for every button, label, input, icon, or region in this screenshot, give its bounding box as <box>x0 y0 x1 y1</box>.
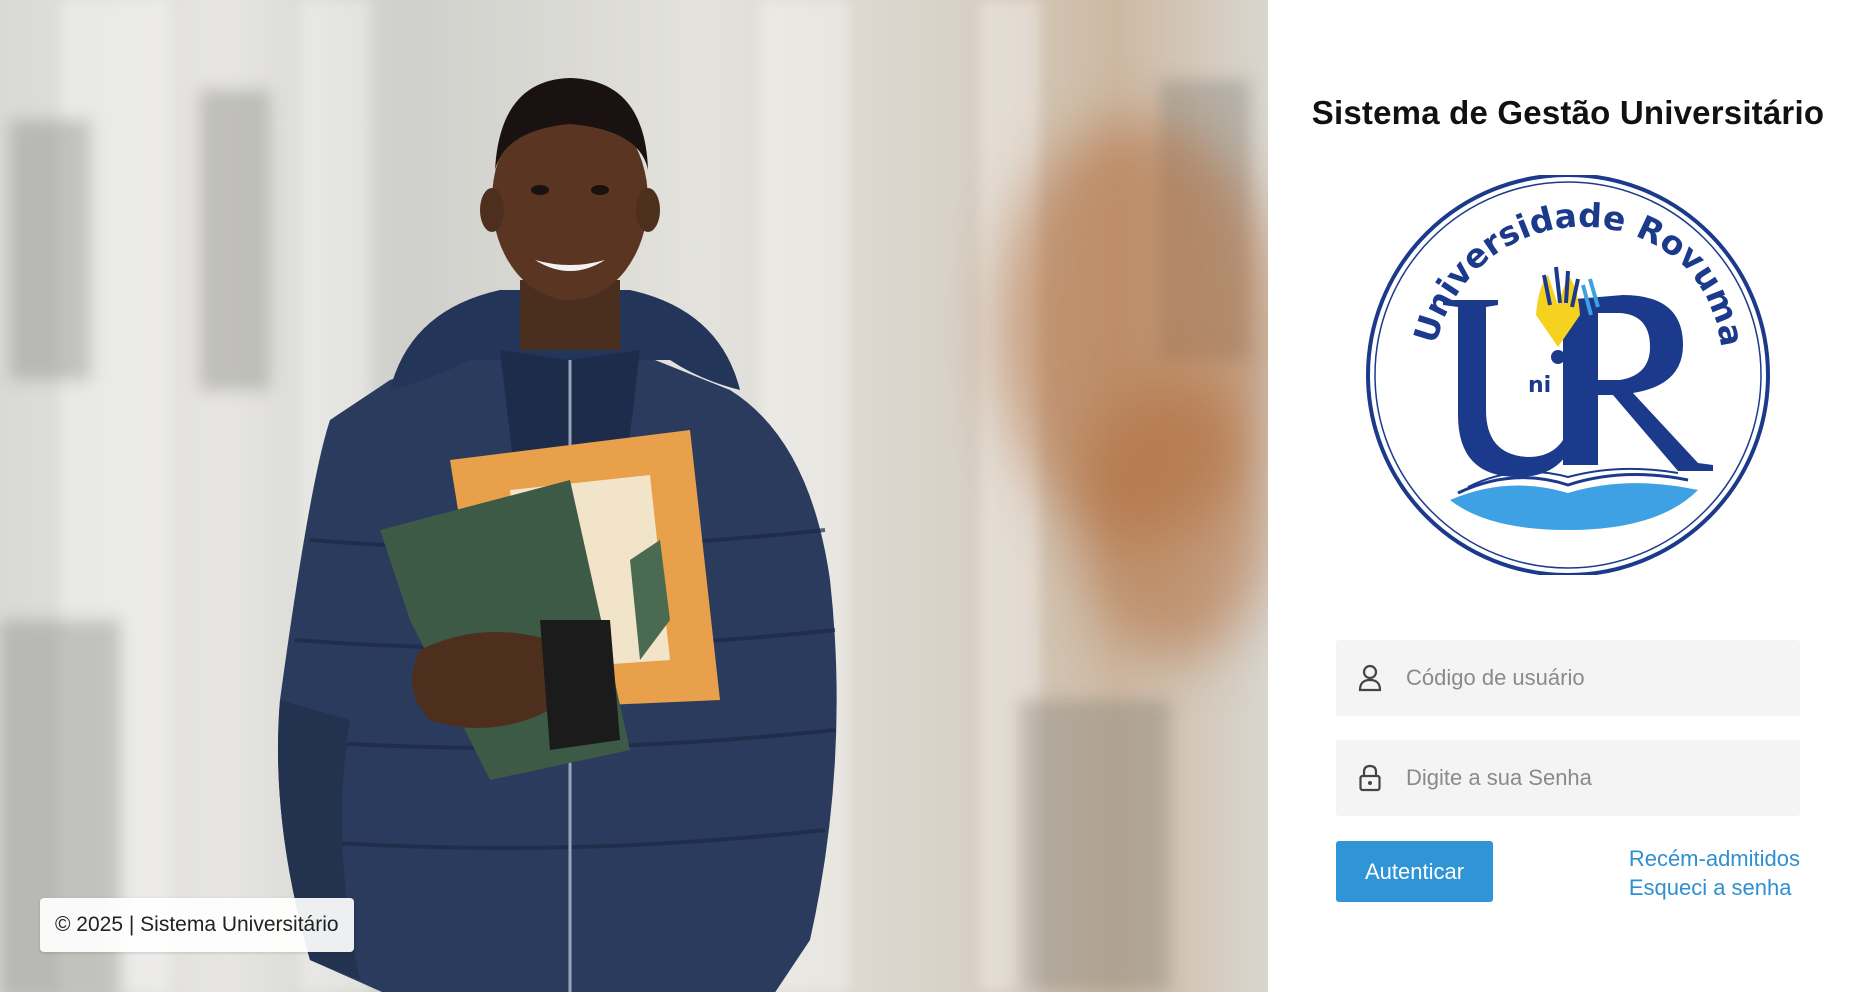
student-image <box>278 78 837 992</box>
lock-icon <box>1358 764 1382 792</box>
password-field[interactable] <box>1336 740 1800 816</box>
hero-photo: © 2025 | Sistema Universitário <box>0 0 1268 992</box>
auth-links: Recém-admitidos Esqueci a senha <box>1629 844 1800 902</box>
username-field[interactable] <box>1336 640 1800 716</box>
authenticate-button[interactable]: Autenticar <box>1336 841 1493 902</box>
copyright-notice: © 2025 | Sistema Universitário <box>40 898 354 952</box>
password-input[interactable] <box>1404 747 1788 809</box>
forgot-password-link[interactable]: Esqueci a senha <box>1629 873 1800 902</box>
login-page: © 2025 | Sistema Universitário Sistema d… <box>0 0 1868 992</box>
page-title: Sistema de Gestão Universitário <box>1311 94 1825 131</box>
logo-letters: ni <box>1528 373 1551 398</box>
login-panel: Sistema de Gestão Universitário Universi… <box>1268 0 1868 992</box>
user-icon <box>1358 664 1382 692</box>
new-admits-link[interactable]: Recém-admitidos <box>1629 844 1800 873</box>
username-input[interactable] <box>1404 647 1788 709</box>
university-logo: Universidade Rovuma ni <box>1366 175 1770 575</box>
